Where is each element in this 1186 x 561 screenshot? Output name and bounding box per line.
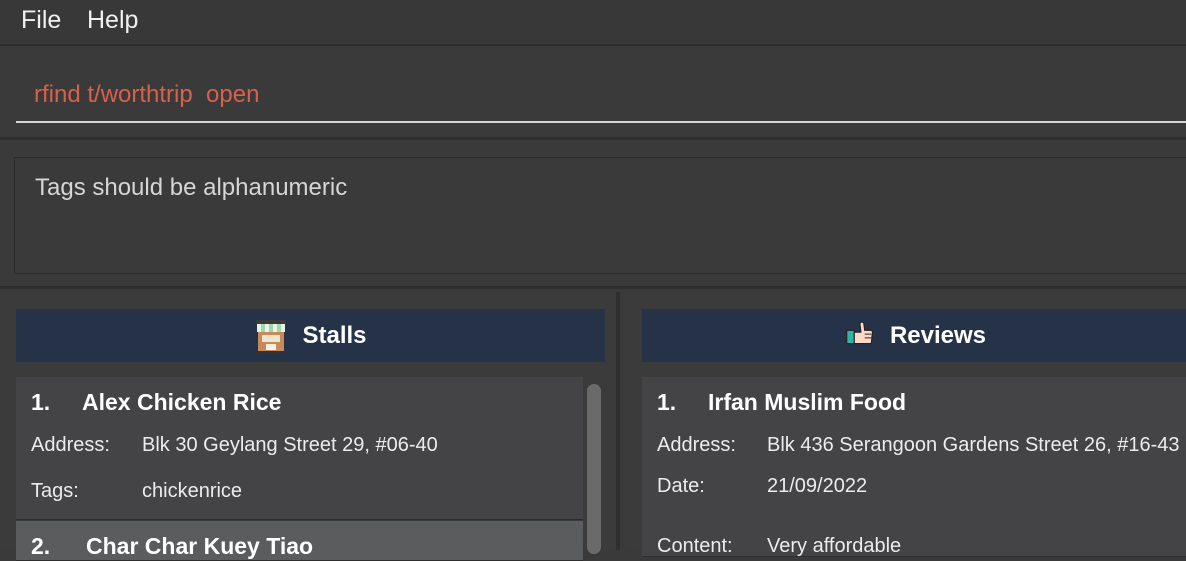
- review-card-1[interactable]: 1. Irfan Muslim Food Address: Blk 436 Se…: [642, 377, 1186, 557]
- stalls-panel: Stalls 1. Alex Chicken Rice Address: Blk…: [0, 292, 620, 561]
- content-label: Content:: [657, 535, 733, 557]
- review-name: Irfan Muslim Food: [708, 389, 907, 415]
- menu-bar: File Help: [0, 0, 1186, 46]
- menu-help[interactable]: Help: [87, 6, 138, 35]
- address-label: Address:: [657, 434, 736, 456]
- address-label: Address:: [31, 434, 110, 456]
- stalls-header: Stalls: [16, 309, 605, 362]
- date-value: 21/09/2022: [767, 475, 868, 497]
- content-value: Very affordable: [767, 535, 902, 557]
- date-label: Date:: [657, 475, 705, 497]
- stall-card-2[interactable]: 2. Char Char Kuey Tiao: [16, 521, 583, 561]
- stall-index: 2.: [31, 533, 51, 559]
- stalls-scroll-thumb[interactable]: [587, 384, 601, 554]
- stall-name: Char Char Kuey Tiao: [86, 533, 314, 559]
- thumbs-up-icon: [845, 320, 874, 350]
- result-area: Tags should be alphanumeric: [0, 143, 1186, 289]
- stall-icon: [256, 319, 287, 353]
- tags-label: Tags:: [31, 480, 79, 502]
- stalls-scrollbar[interactable]: [585, 382, 603, 554]
- result-display: Tags should be alphanumeric: [14, 157, 1186, 274]
- review-index: 1.: [657, 389, 677, 415]
- stall-name: Alex Chicken Rice: [82, 389, 282, 415]
- menu-file[interactable]: File: [21, 6, 61, 35]
- command-area: [0, 48, 1186, 140]
- reviews-title: Reviews: [889, 321, 987, 349]
- address-value: Blk 30 Geylang Street 29, #06-40: [142, 434, 438, 456]
- stalls-title: Stalls: [302, 321, 367, 349]
- tag-value: chickenrice: [142, 480, 243, 502]
- reviews-panel: Reviews 1. Irfan Muslim Food Address: Bl…: [625, 292, 1186, 557]
- reviews-header: Reviews: [642, 309, 1186, 362]
- stall-index: 1.: [31, 389, 51, 415]
- stall-card-1[interactable]: 1. Alex Chicken Rice Address: Blk 30 Gey…: [16, 377, 583, 520]
- address-value: Blk 436 Serangoon Gardens Street 26, #16…: [767, 434, 1180, 456]
- command-input[interactable]: [16, 68, 1186, 123]
